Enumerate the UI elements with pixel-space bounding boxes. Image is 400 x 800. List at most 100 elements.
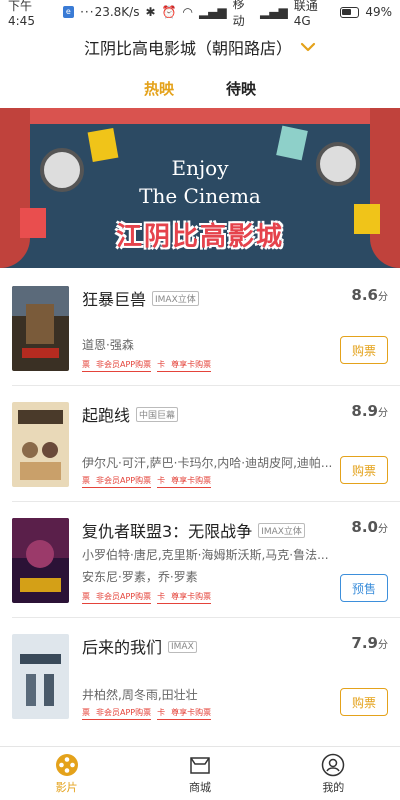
movie-item[interactable]: 后来的我们 IMAX 7.9分 井柏然,周冬雨,田壮壮 票非会员APP购票 卡尊享…: [0, 618, 400, 734]
movie-title-text: 狂暴巨兽: [82, 290, 147, 309]
tab-now-showing[interactable]: 热映: [129, 74, 189, 111]
card-label-key: 卡: [157, 476, 166, 485]
movie-poster: [12, 634, 69, 719]
score-value: 7.9: [351, 634, 378, 652]
movie-score: 7.9分: [351, 634, 388, 652]
more-notifications-icon: ···: [80, 5, 95, 19]
alarm-icon: ⏰: [161, 5, 177, 19]
battery-level: 49%: [365, 5, 392, 19]
ticket-label-text: 非会员APP购票: [96, 476, 152, 485]
score-value: 8.9: [351, 402, 378, 420]
ticket-label-key: 票: [82, 708, 90, 717]
purchase-labels: 票非会员APP购票 卡尊享卡购票: [82, 358, 212, 372]
ticket-label-text: 非会员APP购票: [96, 708, 152, 717]
buy-ticket-button[interactable]: 购票: [340, 336, 388, 364]
card-label: 卡尊享卡购票: [157, 474, 212, 488]
movie-cast: 井柏然,周冬雨,田壮壮: [82, 688, 198, 702]
nav-item-movies[interactable]: 影片: [0, 747, 133, 800]
card-label-text: 尊享卡购票: [171, 708, 212, 717]
purchase-labels: 票非会员APP购票 卡尊享卡购票: [82, 474, 212, 488]
card-label: 卡尊享卡购票: [157, 590, 212, 604]
cinema-selector[interactable]: 江阴比高电影城（朝阳路店）: [0, 28, 400, 66]
app-notification-icon: e: [62, 6, 75, 18]
card-label: 卡尊享卡购票: [157, 358, 212, 372]
movie-cast: 道恩·强森: [82, 338, 134, 352]
ticket-label: 票非会员APP购票: [82, 590, 152, 604]
format-tag: IMAX立体: [152, 291, 199, 306]
card-label-text: 尊享卡购票: [171, 360, 212, 369]
ticket-label: 票非会员APP购票: [82, 358, 152, 372]
score-unit: 分: [378, 640, 388, 651]
banner-line-2: The Cinema: [139, 184, 261, 208]
movie-tabs: 热映 待映: [0, 74, 400, 111]
battery-icon: [339, 6, 360, 18]
nav-label: 影片: [55, 780, 78, 794]
movie-poster: [12, 286, 69, 371]
ticket-label-text: 非会员APP购票: [96, 592, 152, 601]
ticket-label-key: 票: [82, 592, 90, 601]
movie-poster: [12, 402, 69, 487]
ticket-label-text: 非会员APP购票: [96, 360, 152, 369]
movie-poster: [12, 518, 69, 603]
network-speed: 23.8K/s: [94, 5, 140, 19]
score-value: 8.6: [351, 286, 378, 304]
nav-label: 商城: [188, 780, 211, 794]
card-label-key: 卡: [157, 592, 166, 601]
tab-coming-soon[interactable]: 待映: [220, 74, 262, 106]
status-bar: 下午4:45 e ··· 23.8K/s ✱ ⏰ ◠ ▂▄▆ 移动 ▂▄▆ 联通…: [0, 0, 400, 28]
card-label-key: 卡: [157, 708, 166, 717]
movie-title: 起跑线 中国巨幕: [82, 402, 179, 426]
movie-item[interactable]: 狂暴巨兽 IMAX立体 8.6分 道恩·强森 票非会员APP购票 卡尊享卡购票 购…: [0, 270, 400, 386]
format-tag: IMAX立体: [258, 523, 305, 538]
movie-score: 8.0分: [351, 518, 388, 536]
nav-item-shop[interactable]: 商城: [133, 747, 266, 800]
score-value: 8.0: [351, 518, 378, 536]
ticket-label: 票非会员APP购票: [82, 706, 152, 720]
card-label: 卡尊享卡购票: [157, 706, 212, 720]
nav-label: 我的: [322, 780, 345, 794]
shop-icon: [190, 756, 210, 774]
buy-ticket-button[interactable]: 购票: [340, 688, 388, 716]
banner-curtain-top: [0, 108, 400, 124]
wifi-icon: ◠: [182, 5, 193, 19]
presale-button[interactable]: 预售: [340, 574, 388, 602]
promo-banner[interactable]: Enjoy The Cinema 江阴比高影城: [0, 108, 400, 268]
score-unit: 分: [378, 524, 388, 535]
movie-title-text: 起跑线: [82, 406, 131, 425]
movie-item[interactable]: 起跑线 中国巨幕 8.9分 伊尔凡·可汗,萨巴·卡玛尔,内哈·迪胡皮阿,迪帕...…: [0, 386, 400, 502]
banner-title: 江阴比高影城: [115, 222, 284, 252]
signal-icon-2: ▂▄▆: [260, 5, 288, 19]
card-label-text: 尊享卡购票: [171, 476, 212, 485]
movie-item[interactable]: 复仇者联盟3：无限战争 IMAX立体 8.0分 小罗伯特·唐尼,克里斯·海姆斯沃斯…: [0, 502, 400, 618]
buy-ticket-button[interactable]: 购票: [340, 456, 388, 484]
movie-cast: 小罗伯特·唐尼,克里斯·海姆斯沃斯,马克·鲁法...: [82, 548, 329, 562]
bottom-nav: 影片 商城 我的: [0, 746, 400, 800]
carrier-2: 联通 4G: [293, 0, 318, 28]
nav-item-profile[interactable]: 我的: [267, 747, 400, 800]
movie-title: 后来的我们 IMAX: [82, 634, 197, 658]
movie-title: 复仇者联盟3：无限战争 IMAX立体: [82, 518, 305, 542]
score-unit: 分: [378, 292, 388, 303]
movie-title-text: 复仇者联盟3：无限战争: [82, 522, 253, 541]
purchase-labels: 票非会员APP购票 卡尊享卡购票: [82, 706, 212, 720]
format-tag: IMAX: [168, 640, 197, 653]
score-unit: 分: [378, 408, 388, 419]
chevron-down-icon: [300, 42, 316, 52]
cinema-name: 江阴比高电影城（朝阳路店）: [83, 39, 292, 58]
carrier-1: 移动: [232, 0, 245, 28]
movie-title-text: 后来的我们: [82, 638, 163, 657]
film-reel-icon: [55, 753, 78, 776]
movie-director: 安东尼·罗素，乔·罗素: [82, 570, 198, 584]
movie-score: 8.6分: [351, 286, 388, 304]
card-label-key: 卡: [157, 360, 166, 369]
movie-title: 狂暴巨兽 IMAX立体: [82, 286, 199, 310]
status-time: 下午4:45: [8, 0, 35, 28]
ticket-label-key: 票: [82, 476, 90, 485]
movie-score: 8.9分: [351, 402, 388, 420]
movie-cast: 伊尔凡·可汗,萨巴·卡玛尔,内哈·迪胡皮阿,迪帕...: [82, 456, 333, 470]
purchase-labels: 票非会员APP购票 卡尊享卡购票: [82, 590, 212, 604]
user-icon: [322, 753, 345, 776]
ticket-label: 票非会员APP购票: [82, 474, 152, 488]
format-tag: 中国巨幕: [136, 407, 179, 422]
signal-icon: ▂▄▆: [198, 5, 227, 19]
